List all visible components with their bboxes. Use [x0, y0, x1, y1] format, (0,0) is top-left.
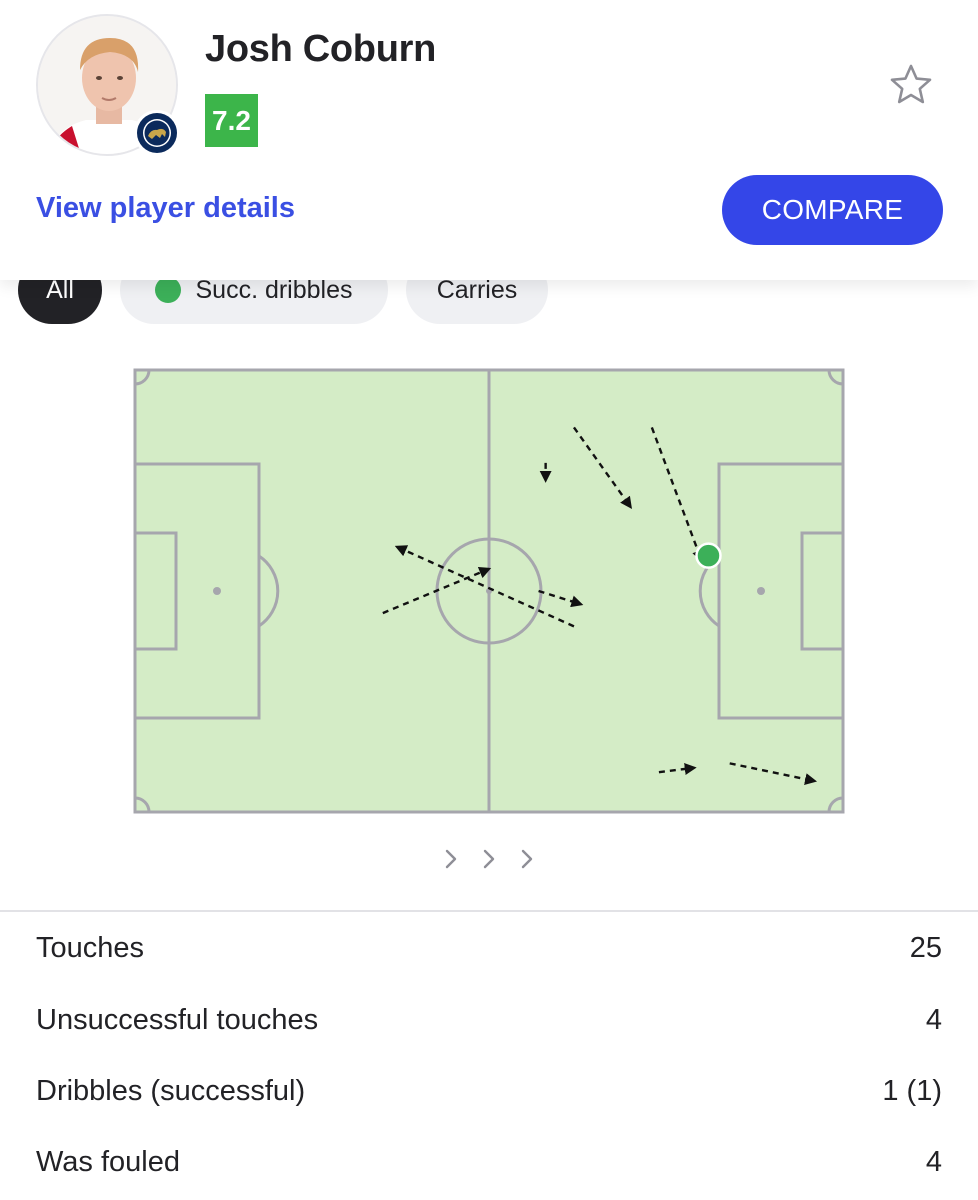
- player-name: Josh Coburn: [205, 28, 437, 70]
- stat-row-dribbles: Dribbles (successful) 1 (1): [36, 1071, 942, 1111]
- stat-row-touches: Touches 25: [36, 928, 942, 968]
- pitch-svg: [133, 368, 845, 814]
- successful-dribble-marker[interactable]: [695, 542, 722, 569]
- stat-label: Dribbles (successful): [36, 1074, 306, 1107]
- touch-map: [0, 360, 978, 830]
- stat-value: 1 (1): [882, 1074, 942, 1107]
- left-penalty-spot: [213, 587, 221, 595]
- stat-value: 4: [925, 1003, 942, 1036]
- stat-label: Touches: [36, 931, 145, 964]
- star-outline-icon[interactable]: [888, 62, 934, 108]
- stat-label: Unsuccessful touches: [36, 1003, 319, 1036]
- stat-label: Was fouled: [36, 1145, 180, 1178]
- stat-value: 4: [925, 1145, 942, 1178]
- view-player-details-link[interactable]: View player details: [36, 192, 295, 225]
- chevrons-right-icon[interactable]: [440, 846, 540, 872]
- rating-badge: 7.2: [205, 94, 258, 147]
- club-badge-icon: [134, 110, 180, 156]
- player-header: Josh Coburn 7.2 View player details COMP…: [0, 0, 978, 280]
- green-dot-icon: [155, 277, 182, 303]
- right-penalty-spot: [757, 587, 765, 595]
- stat-row-was-fouled: Was fouled 4: [36, 1142, 942, 1182]
- stat-row-unsuccessful-touches: Unsuccessful touches 4: [36, 1000, 942, 1040]
- stat-value: 25: [909, 931, 942, 964]
- divider: [0, 910, 978, 912]
- compare-button[interactable]: COMPARE: [722, 175, 943, 245]
